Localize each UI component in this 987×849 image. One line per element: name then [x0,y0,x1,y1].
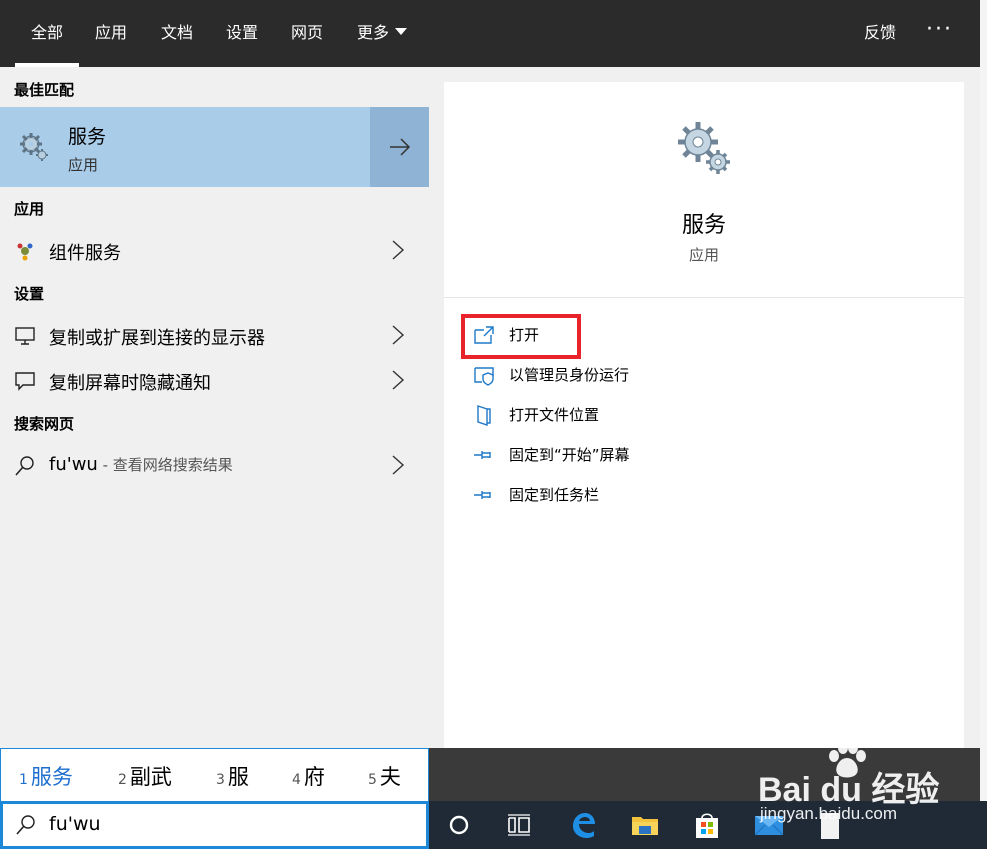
preview-footer [429,748,980,801]
action-label: 以管理员身份运行 [509,366,630,384]
ime-candidate-5[interactable]: 5夫 [368,761,401,791]
background-window-edge [980,0,987,801]
preview-header: 服务 应用 [444,82,964,298]
web-query-suffix: - 查看网络搜索结果 [97,456,233,474]
candidate-number: 2 [118,772,127,788]
best-match-heading: 最佳匹配 [14,81,75,99]
candidate-number: 4 [292,772,301,788]
chevron-right-icon [392,240,405,260]
caret-down-icon [395,28,408,35]
search-icon [16,815,35,835]
expand-details-button[interactable] [370,107,429,187]
chevron-right-icon [392,325,405,345]
monitor-icon [15,327,35,345]
chevron-right-icon [392,455,405,475]
arrow-right-icon [389,138,410,156]
edge-icon[interactable] [567,809,599,841]
action-label: 打开文件位置 [509,406,600,424]
preview-pane: 服务 应用 打开 以管理员身份运行 打开文件位置 固定到“开始”屏幕 固定到任务… [444,82,964,748]
component-services-icon [17,243,33,261]
best-match-subtitle: 应用 [68,156,99,174]
store-icon[interactable] [691,809,723,841]
preview-subtitle: 应用 [688,246,719,264]
action-label: 固定到任务栏 [509,486,600,504]
more-options-button[interactable]: ··· [926,0,953,67]
result-label: fu'wu - 查看网络搜索结果 [49,454,233,475]
web-heading: 搜索网页 [14,415,75,433]
search-box[interactable]: fu'wu [0,801,429,849]
tab-web[interactable]: 网页 [291,0,323,67]
apps-heading: 应用 [14,200,45,218]
best-match-item[interactable]: 服务 应用 [0,107,368,187]
file-explorer-icon[interactable] [629,809,661,841]
open-icon [474,326,494,344]
result-web-search[interactable]: fu'wu - 查看网络搜索结果 [0,444,429,486]
chevron-right-icon [392,370,405,390]
candidate-text: 副武 [129,765,172,789]
tab-settings[interactable]: 设置 [226,0,258,67]
candidate-text: 府 [303,765,325,789]
action-label: 固定到“开始”屏幕 [509,446,630,464]
ime-candidate-2[interactable]: 2 副武 [118,761,172,791]
best-match-title: 服务 [68,126,107,148]
result-component-services[interactable]: 组件服务 [0,229,429,271]
gears-icon [678,122,730,174]
tab-all[interactable]: 全部 [14,0,80,67]
cortana-icon[interactable] [443,809,475,841]
shield-icon [474,367,494,386]
preview-title: 服务 [681,213,726,238]
ime-candidate-4[interactable]: 4府 [292,761,325,791]
task-view-icon[interactable] [503,809,535,841]
results-panel: 最佳匹配 服务 应用 应用 组件服务 设置 复制或扩展到连接的显示器 复制屏幕时… [0,67,429,748]
ime-candidate-1[interactable]: 1 服务 [19,761,73,791]
pin-icon [474,491,491,499]
result-label: 复制或扩展到连接的显示器 [49,328,265,349]
web-query: fu'wu [49,454,98,475]
tab-more-label: 更多 [357,23,390,42]
speech-bubble-icon [15,372,35,391]
candidate-number: 5 [368,772,377,788]
tab-apps[interactable]: 应用 [95,0,127,67]
mail-icon[interactable] [753,809,785,841]
candidate-text: 服 [227,765,249,789]
candidate-number: 1 [19,772,28,788]
result-label: 组件服务 [49,243,121,264]
gears-icon [20,133,48,161]
candidate-text: 服务 [30,765,73,789]
result-duplicate-extend-displays[interactable]: 复制或扩展到连接的显示器 [0,314,429,356]
result-hide-notifications[interactable]: 复制屏幕时隐藏通知 [0,359,429,401]
document-icon[interactable] [813,809,845,841]
search-scope-bar: 全部 应用 文档 设置 网页 更多 反馈 ··· [0,0,980,67]
file-location-icon [477,405,491,426]
result-label: 复制屏幕时隐藏通知 [49,373,211,394]
feedback-button[interactable]: 反馈 [864,0,896,67]
ime-candidate-bar: 1 服务 2 副武 3服 4府 5夫 [0,748,429,801]
action-label: 打开 [509,326,540,344]
tab-more[interactable]: 更多 [357,0,408,67]
search-icon [15,456,34,476]
taskbar [429,801,987,849]
search-input[interactable]: fu'wu [49,813,101,835]
settings-heading: 设置 [14,285,45,303]
candidate-number: 3 [216,772,225,788]
ime-candidate-3[interactable]: 3服 [216,761,249,791]
candidate-text: 夫 [379,765,401,789]
tab-documents[interactable]: 文档 [161,0,193,67]
best-match-result: 服务 应用 [0,107,429,187]
pin-icon [474,451,491,459]
